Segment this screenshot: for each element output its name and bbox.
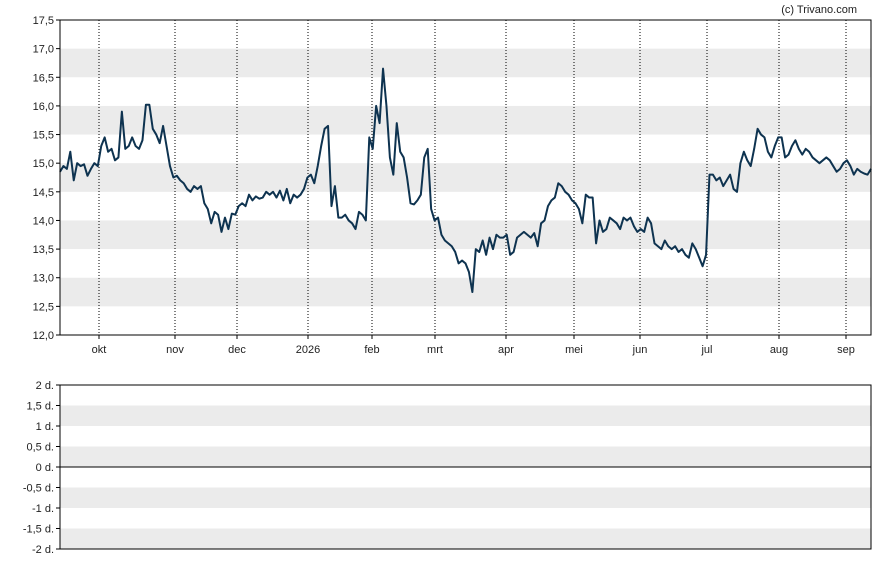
price-tick-label: 16,5 [33,72,54,84]
month-tick-label: aug [770,344,788,356]
month-tick-label: mrt [427,344,443,356]
price-tick-label: 12,5 [33,301,54,313]
price-tick-label: 16,0 [33,101,54,113]
month-tick-label: sep [837,344,855,356]
price-band [60,277,871,307]
price-band [60,163,871,192]
month-tick-label: dec [228,344,246,356]
lower-tick-label: -1 d. [32,503,54,515]
lower-band [60,446,871,467]
chart-root: 12,0 12,5 13,0 13,5 14,0 14,5 15,0 15,5 16,0 16,5… [0,0,888,565]
lower-tick-label: 0,5 d. [26,442,54,454]
month-tick-label: 2026 [296,344,320,356]
lower-tick-label: 2 d. [36,380,54,392]
price-tick-label: 14,0 [33,215,54,227]
price-tick-label: 14,5 [33,187,54,199]
price-axis-ticks: 12,0 12,5 13,0 13,5 14,0 14,5 15,0 15,5 16,0 16,5… [33,15,60,342]
lower-tick-label: -0,5 d. [23,483,54,495]
price-band [60,105,871,135]
price-tick-label: 17,0 [33,44,54,56]
month-tick-label: mei [565,344,583,356]
month-tick-label: okt [92,344,107,356]
price-band [60,220,871,250]
credit-label: (c) Trivano.com [781,4,857,16]
month-axis-ticks: okt nov dec 2026 feb mrt apr mei jun jul aug sep [92,335,855,356]
chart-canvas: 12,0 12,5 13,0 13,5 14,0 14,5 15,0 15,5 16,0 16,5… [23,4,872,556]
lower-axis-ticks: 2 d. 1,5 d. 1 d. 0,5 d. 0 d. -0,5 d. -1 d. -1,5… [23,380,60,556]
price-tick-label: 17,5 [33,15,54,27]
price-tick-label: 13,0 [33,273,54,285]
lower-band [60,487,871,508]
lower-tick-label: 0 d. [36,462,54,474]
price-tick-label: 13,5 [33,244,54,256]
month-tick-label: nov [166,344,184,356]
month-tick-label: jul [700,344,712,356]
month-tick-label: apr [498,344,514,356]
price-tick-label: 15,5 [33,130,54,142]
month-tick-label: jun [632,344,648,356]
lower-tick-label: 1 d. [36,421,54,433]
price-tick-label: 12,0 [33,330,54,342]
price-tick-label: 15,0 [33,158,54,170]
volume-chart-bands [60,405,871,549]
price-chart-bands [60,48,871,307]
lower-band [60,528,871,549]
month-tick-label: feb [364,344,379,356]
lower-tick-label: -1,5 d. [23,524,54,536]
lower-tick-label: 1,5 d. [26,401,54,413]
lower-tick-label: -2 d. [32,544,54,556]
price-band [60,48,871,78]
lower-band [60,405,871,426]
